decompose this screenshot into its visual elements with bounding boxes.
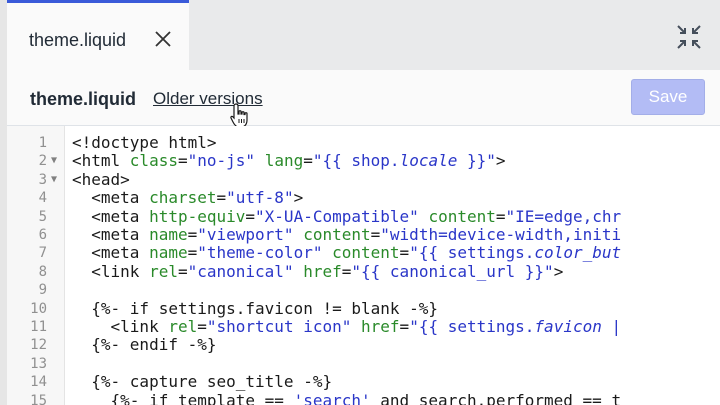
code-line: {%- if settings.favicon != blank -%} [72,298,439,318]
tab-bar: theme.liquid [7,0,720,70]
line-number: 6 [38,227,47,243]
fold-arrow-icon[interactable]: ▼ [51,152,57,170]
line-number: 9 [38,282,47,299]
line-number: 12 [30,337,47,354]
code-line: <meta name="viewport" content="width=dev… [72,225,622,244]
code-line: {%- capture seo_title -%} [72,372,333,392]
close-icon[interactable] [151,27,175,51]
file-title: theme.liquid [30,89,137,109]
code-line: <link rel="shortcut icon" href="{{ setti… [72,317,622,336]
line-number: 1 [38,135,47,151]
code-line: <!doctype html> [72,133,217,152]
line-number: 7 [38,245,47,262]
code-line: <meta charset="utf-8"> [72,188,304,208]
tab-label: theme.liquid [29,30,127,50]
line-number: 5 [38,208,47,225]
line-number: 11 [30,319,47,335]
tab-theme-liquid[interactable]: theme.liquid [7,0,189,70]
line-number-gutter: 1 2 ▼ 3 ▼ 4 5 6 7 8 9 10 11 12 13 14 15 [7,126,65,405]
code-line: <meta name="theme-color" content="{{ set… [72,243,622,263]
save-button[interactable]: Save [631,79,705,115]
code-line: <link rel="canonical" href="{{ canonical… [72,261,564,281]
line-number: 15 [30,392,47,405]
code-line: <head> [72,169,130,189]
code-line: <meta http-equiv="X-UA-Compatible" conte… [72,206,622,226]
code-editor[interactable]: 1 2 ▼ 3 ▼ 4 5 6 7 8 9 10 11 12 13 14 15 <!doctype html> <… [7,126,720,405]
left-panel-edge [0,0,7,405]
line-number: 3 [38,171,47,188]
line-number: 13 [30,355,47,372]
line-number: 10 [30,300,47,317]
line-number: 14 [30,374,47,391]
editor-window: theme.liquid theme.liquid Older versions… [0,0,720,405]
code-line: {%- if template == 'search' and search.p… [72,390,622,405]
code-line: {%- endif -%} [72,335,217,355]
file-header: theme.liquid Older versions Save [7,70,720,126]
code-area[interactable]: <!doctype html> <html class="no-js" lang=… [72,126,720,405]
collapse-icon[interactable] [675,23,703,51]
line-number: 2 [38,153,47,170]
line-number: 8 [38,263,47,280]
code-line: <html class="no-js" lang="{{ shop.locale… [72,151,506,171]
fold-arrow-icon[interactable]: ▼ [51,171,57,189]
line-number: 4 [38,190,47,207]
